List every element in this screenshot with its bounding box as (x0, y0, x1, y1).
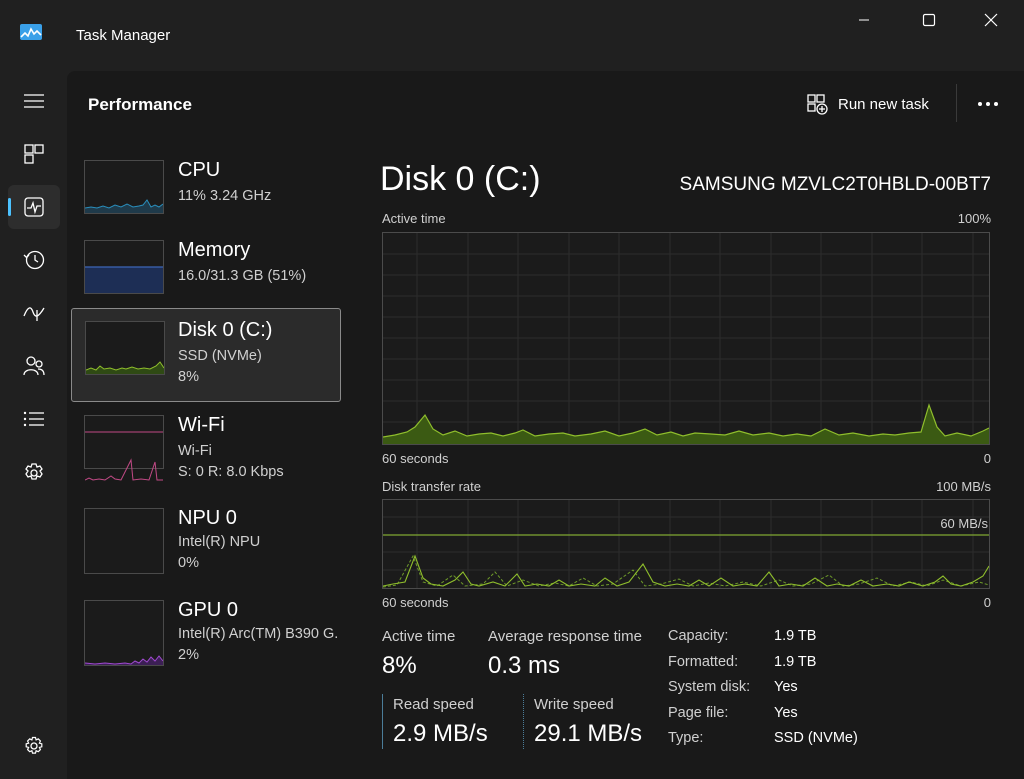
device-cpu[interactable]: CPU 11% 3.24 GHz (71, 149, 341, 241)
nav-performance[interactable] (8, 185, 60, 229)
title-bar: Task Manager (0, 0, 1024, 70)
processes-icon (24, 144, 44, 164)
app-history-icon (23, 250, 45, 270)
write-speed-label: Write speed (534, 696, 614, 713)
active-time-graph-duration: 60 seconds (382, 451, 449, 466)
write-speed-indicator (523, 694, 524, 749)
active-time-graph (382, 232, 990, 445)
transfer-rate-graph-label: Disk transfer rate (382, 479, 481, 494)
device-name: Wi-Fi (178, 414, 225, 436)
system-disk-label: System disk: (668, 679, 751, 695)
toolbar-divider (956, 84, 957, 122)
nav-settings[interactable] (14, 728, 54, 764)
device-detail: Intel(R) Arc(TM) B390 G. (178, 626, 339, 642)
device-name: Memory (178, 239, 251, 261)
users-icon (23, 356, 45, 376)
capacity-value: 1.9 TB (774, 628, 817, 644)
more-options-button[interactable] (970, 90, 1006, 118)
device-name: GPU 0 (178, 599, 239, 621)
memory-thumbnail-graph (84, 240, 164, 294)
startup-apps-icon (23, 307, 45, 321)
device-name: Disk 0 (C:) (178, 319, 273, 341)
disk-title: Disk 0 (C:) (380, 160, 541, 198)
run-new-task-icon (807, 94, 828, 115)
run-new-task-button[interactable]: Run new task (806, 90, 929, 118)
write-speed-value: 29.1 MB/s (534, 720, 643, 747)
performance-icon (24, 197, 44, 217)
device-detail: 11% 3.24 GHz (178, 188, 272, 204)
transfer-rate-graph-min: 0 (983, 595, 991, 610)
device-npu-0[interactable]: NPU 0 Intel(R) NPU 0% (71, 497, 341, 589)
read-speed-label: Read speed (393, 696, 474, 713)
maximize-button[interactable] (907, 8, 951, 32)
wifi-thumbnail-graph (84, 415, 164, 481)
transfer-rate-graph-duration: 60 seconds (382, 595, 449, 610)
device-gpu-0[interactable]: GPU 0 Intel(R) Arc(TM) B390 G. 2% (71, 589, 341, 681)
cpu-thumbnail-graph (84, 160, 164, 214)
device-name: NPU 0 (178, 507, 237, 529)
active-time-label: Active time (382, 628, 456, 645)
active-nav-indicator (8, 198, 11, 216)
transfer-rate-graph (382, 499, 990, 589)
menu-icon (24, 94, 44, 108)
window-title: Task Manager (76, 27, 171, 44)
nav-users[interactable] (8, 344, 60, 388)
type-value: SSD (NVMe) (774, 730, 858, 746)
minimize-button[interactable] (842, 8, 886, 32)
details-icon (23, 411, 44, 427)
nav-startup-apps[interactable] (8, 291, 60, 335)
nav-processes[interactable] (8, 132, 60, 176)
hamburger-menu-button[interactable] (8, 79, 60, 123)
active-time-value: 8% (382, 652, 417, 679)
avg-response-label: Average response time (488, 628, 642, 645)
more-options-icon (978, 102, 998, 106)
page-file-value: Yes (774, 705, 798, 721)
nav-details[interactable] (8, 397, 60, 441)
run-new-task-label: Run new task (838, 95, 929, 113)
npu-thumbnail-graph (84, 508, 164, 574)
device-usage: 8% (178, 369, 199, 385)
close-icon (984, 13, 998, 27)
transfer-rate-line-label: 60 MB/s (940, 516, 988, 531)
formatted-label: Formatted: (668, 654, 739, 670)
device-detail: Intel(R) NPU (178, 534, 261, 550)
device-throughput: S: 0 R: 8.0 Kbps (178, 464, 284, 480)
device-disk-0[interactable]: Disk 0 (C:) SSD (NVMe) 8% (71, 308, 341, 402)
read-speed-value: 2.9 MB/s (393, 720, 488, 747)
read-speed-indicator (382, 694, 383, 749)
active-time-graph-min: 0 (983, 451, 991, 466)
avg-response-value: 0.3 ms (488, 652, 561, 679)
device-detail: 16.0/31.3 GB (51%) (178, 268, 307, 284)
capacity-label: Capacity: (668, 628, 729, 644)
nav-services[interactable] (8, 451, 60, 495)
nav-app-history[interactable] (8, 238, 60, 282)
system-disk-value: Yes (774, 679, 798, 695)
device-detail: Wi-Fi (178, 443, 212, 459)
minimize-icon (859, 19, 869, 21)
services-icon (25, 463, 43, 480)
page-file-label: Page file: (668, 705, 729, 721)
active-time-graph-max: 100% (957, 211, 991, 226)
gpu-thumbnail-graph (84, 600, 164, 666)
disk-model: SAMSUNG MZVLC2T0HBLD-00BT7 (679, 174, 991, 195)
device-detail: SSD (NVMe) (178, 348, 262, 364)
close-button[interactable] (969, 8, 1013, 32)
device-name: CPU (178, 159, 221, 181)
type-label: Type: (668, 730, 704, 746)
device-usage: 2% (178, 647, 199, 663)
active-time-graph-label: Active time (382, 211, 446, 226)
page-title: Performance (88, 95, 192, 114)
maximize-icon (922, 13, 936, 27)
device-wifi[interactable]: Wi-Fi Wi-Fi S: 0 R: 8.0 Kbps (71, 404, 341, 496)
formatted-value: 1.9 TB (774, 654, 817, 670)
task-manager-app-icon (20, 24, 42, 40)
settings-icon (25, 736, 43, 754)
device-usage: 0% (178, 555, 199, 571)
disk-thumbnail-graph (85, 321, 165, 375)
transfer-rate-graph-max: 100 MB/s (936, 479, 991, 494)
